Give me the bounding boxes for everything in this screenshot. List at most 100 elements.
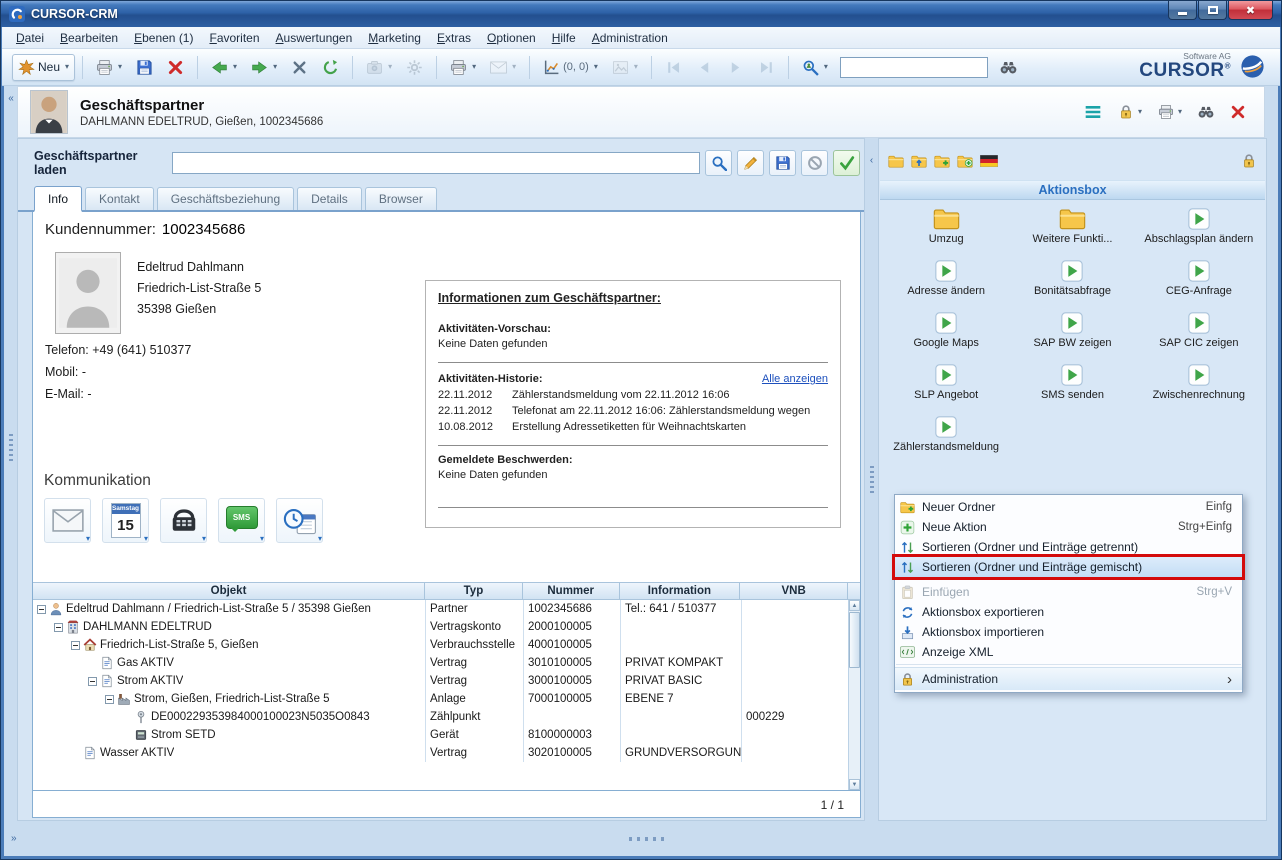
cancel-button[interactable] [285, 54, 314, 81]
menu-item-administration[interactable]: Administration [584, 29, 676, 47]
menu-item-extras[interactable]: Extras [429, 29, 479, 47]
aktionsbox-item-ceg-anfrage[interactable]: CEG-Anfrage [1136, 260, 1262, 297]
collapse-bottom-icon[interactable]: » [11, 834, 17, 844]
tab-browser[interactable]: Browser [365, 187, 437, 210]
mail-button[interactable]: ▾ [484, 54, 522, 81]
record-counter[interactable]: (0, 0)▾ [537, 54, 604, 81]
confirm-button[interactable] [833, 150, 860, 176]
aktionsbox-item-adresse-aendern[interactable]: Adresse ändern [883, 260, 1009, 297]
tab-info[interactable]: Info [34, 186, 82, 212]
vertical-splitter[interactable]: ‹ [865, 138, 878, 821]
image-button[interactable]: ▾ [606, 54, 644, 81]
context-menu-item-einfuegen[interactable]: EinfügenStrg+V [895, 582, 1242, 602]
context-menu-item-aktionsbox-importieren[interactable]: Aktionsbox importieren [895, 622, 1242, 642]
collapse-toggle-icon[interactable] [105, 695, 114, 704]
menu-item-auswertungen[interactable]: Auswertungen [268, 29, 361, 47]
search-menu-button[interactable]: ▾ [796, 54, 834, 81]
context-menu-item-administration[interactable]: Administration› [895, 667, 1242, 690]
aktionsbox-item-zaehlerstandsmeldung[interactable]: Zählerstandsmeldung [883, 416, 1009, 453]
find-button[interactable] [994, 54, 1023, 81]
header-print-button[interactable]: ▾ [1158, 104, 1182, 120]
collapse-left-icon[interactable]: « [8, 94, 14, 104]
context-menu-item-sortieren-ordner-und-eintraege-gemischt[interactable]: Sortieren (Ordner und Einträge gemischt) [895, 557, 1242, 577]
menu-item-optionen[interactable]: Optionen [479, 29, 544, 47]
collapse-right-icon[interactable]: ‹ [870, 156, 873, 166]
rp-move-up-button[interactable] [911, 155, 927, 168]
maximize-button[interactable] [1198, 1, 1227, 20]
aktionsbox-item-umzug[interactable]: Umzug [883, 208, 1009, 245]
column-header-nummer[interactable]: Nummer [523, 582, 620, 600]
collapse-toggle-icon[interactable] [54, 623, 63, 632]
snapshot-button[interactable]: ▾ [360, 54, 398, 81]
tab-details[interactable]: Details [297, 187, 362, 210]
tab-geschaeftsbeziehung[interactable]: Geschäftsbeziehung [157, 187, 294, 210]
collapse-toggle-icon[interactable] [71, 641, 80, 650]
aktionsbox-item-bonitaetsabfrage[interactable]: Bonitätsabfrage [1009, 260, 1135, 297]
menu-item-datei[interactable]: Datei [8, 29, 52, 47]
panel-menu-button[interactable] [1084, 103, 1102, 121]
left-splitter[interactable]: « [5, 86, 17, 821]
close-button[interactable]: ✖ [1228, 1, 1273, 20]
rp-lock-button[interactable] [1241, 153, 1257, 169]
aktionsbox-item-zwischenrechnung[interactable]: Zwischenrechnung [1136, 364, 1262, 401]
aktionsbox-item-abschlagsplan-aendern[interactable]: Abschlagsplan ändern [1136, 208, 1262, 245]
email-button[interactable]: ▾ [44, 498, 91, 543]
table-row[interactable]: Strom, Gießen, Friedrich-List-Straße 5An… [33, 690, 860, 708]
context-menu-item-neuer-ordner[interactable]: Neuer OrdnerEinfg [895, 497, 1242, 517]
column-header-information[interactable]: Information [620, 582, 741, 600]
aktionsbox-item-weitere-funkti[interactable]: Weitere Funkti... [1009, 208, 1135, 245]
new-button[interactable]: Neu▾ [12, 54, 75, 81]
table-row[interactable]: Gas AKTIVVertrag3010100005PRIVAT KOMPAKT [33, 654, 860, 672]
rp-folder-button[interactable] [888, 155, 904, 168]
appointment-button[interactable]: ▾ [276, 498, 323, 543]
menu-item-marketing[interactable]: Marketing [360, 29, 429, 47]
nav-prev-button[interactable] [690, 54, 719, 81]
partner-search-input[interactable] [172, 152, 700, 174]
table-row[interactable]: Friedrich-List-Straße 5, GießenVerbrauch… [33, 636, 860, 654]
load-search-button[interactable] [705, 150, 732, 176]
menu-item-hilfe[interactable]: Hilfe [544, 29, 584, 47]
table-row[interactable]: Strom AKTIVVertrag3000100005PRIVAT BASIC [33, 672, 860, 690]
print-button[interactable]: ▾ [90, 54, 128, 81]
refresh-button[interactable] [316, 54, 345, 81]
splitter-grip[interactable] [9, 434, 13, 464]
nav-first-button[interactable] [659, 54, 688, 81]
column-header-vnb[interactable]: VNB [740, 582, 848, 600]
splitter-grip[interactable] [870, 466, 874, 496]
aktionsbox-item-sms-senden[interactable]: SMS senden [1009, 364, 1135, 401]
delete-button[interactable] [161, 54, 190, 81]
discard-button[interactable] [801, 150, 828, 176]
table-scrollbar[interactable]: ▲ ▼ [848, 600, 860, 790]
context-menu-item-sortieren-ordner-und-eintraege-getrennt[interactable]: Sortieren (Ordner und Einträge getrennt) [895, 537, 1242, 557]
nav-next-button[interactable] [721, 54, 750, 81]
rp-new-action-button[interactable] [957, 155, 973, 168]
settings-button[interactable] [400, 54, 429, 81]
aktionsbox-item-google-maps[interactable]: Google Maps [883, 312, 1009, 349]
scroll-down-icon[interactable]: ▼ [849, 779, 860, 790]
alle-anzeigen-link[interactable]: Alle anzeigen [762, 373, 828, 385]
rp-new-folder-button[interactable] [934, 155, 950, 168]
nav-last-button[interactable] [752, 54, 781, 81]
aktionsbox-item-slp-angebot[interactable]: SLP Angebot [883, 364, 1009, 401]
table-row[interactable]: DAHLMANN EDELTRUDVertragskonto2000100005 [33, 618, 860, 636]
aktionsbox-item-sap-cic-zeigen[interactable]: SAP CIC zeigen [1136, 312, 1262, 349]
context-menu-item-neue-aktion[interactable]: Neue AktionStrg+Einfg [895, 517, 1242, 537]
table-row[interactable]: Wasser AKTIVVertrag3020100005GRUNDVERSOR… [33, 744, 860, 762]
scroll-up-icon[interactable]: ▲ [849, 600, 860, 611]
close-view-button[interactable] [1230, 104, 1246, 120]
collapse-toggle-icon[interactable] [88, 677, 97, 686]
table-row[interactable]: DE000229353984000100023N5035O0843Zählpun… [33, 708, 860, 726]
edit-button[interactable] [737, 150, 764, 176]
table-row[interactable]: Edeltrud Dahlmann / Friedrich-List-Straß… [33, 600, 860, 618]
header-find-button[interactable] [1198, 104, 1214, 120]
column-header-typ[interactable]: Typ [425, 582, 523, 600]
rp-language-button[interactable] [980, 155, 998, 167]
bottom-splitter[interactable]: » [5, 821, 1277, 857]
save-record-button[interactable] [769, 150, 796, 176]
table-row[interactable]: Strom SETDGerät8100000003 [33, 726, 860, 744]
tab-kontakt[interactable]: Kontakt [85, 187, 154, 210]
aktionsbox-item-sap-bw-zeigen[interactable]: SAP BW zeigen [1009, 312, 1135, 349]
menu-item-favoriten[interactable]: Favoriten [201, 29, 267, 47]
forward-button[interactable]: ▾ [245, 54, 283, 81]
lock-button[interactable]: ▾ [1118, 104, 1142, 120]
